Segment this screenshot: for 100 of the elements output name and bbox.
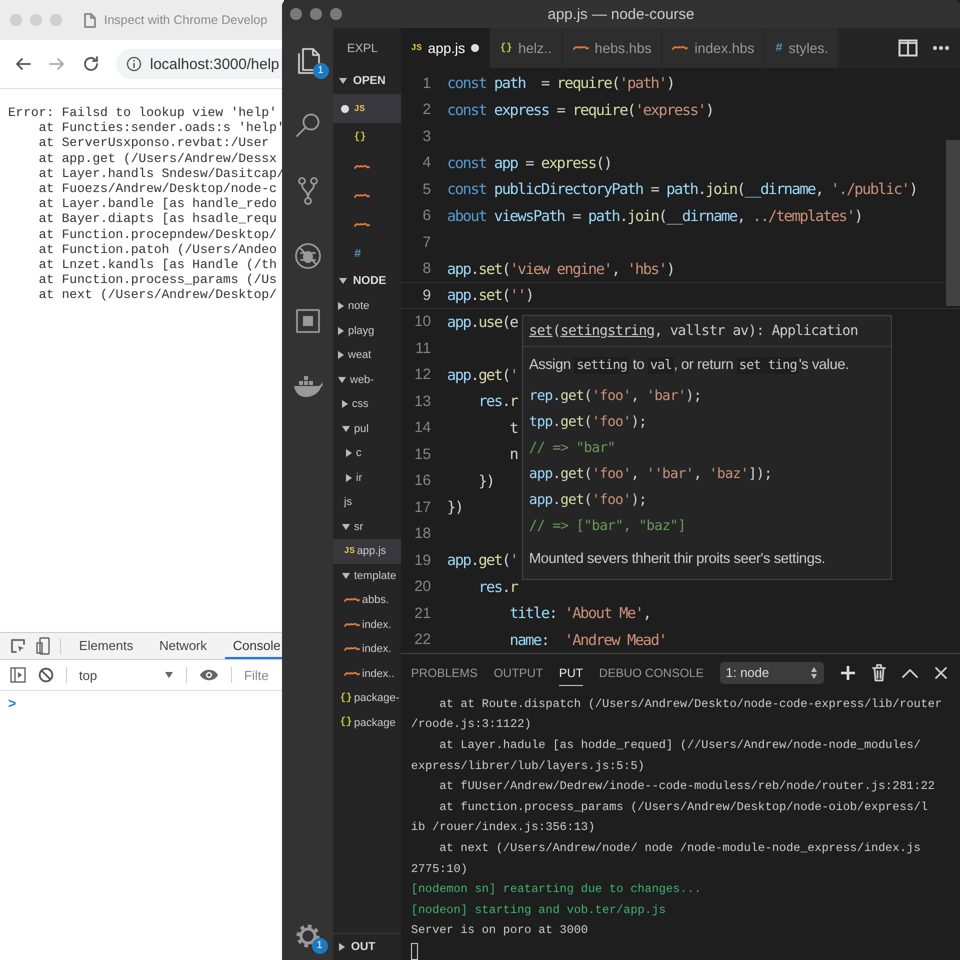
line-number: 18 (413, 525, 431, 542)
tree-item[interactable]: playg (333, 318, 401, 343)
editor-tab[interactable]: {} helz.. (490, 28, 563, 68)
line-number: 12 (413, 366, 431, 384)
editor-tab[interactable]: index.hbs (662, 28, 766, 68)
error-line: at Function.patoh (/Users/Andeo (38, 242, 278, 258)
back-icon[interactable] (14, 55, 32, 73)
open-editor-item[interactable]: {} (333, 123, 401, 152)
zoom-button[interactable] (330, 8, 342, 20)
eye-icon[interactable] (199, 668, 219, 682)
tree-item[interactable]: {} package (333, 710, 401, 735)
console-prompt[interactable]: > (8, 695, 16, 711)
panel-tab[interactable]: DEBUO CONSOLE (599, 660, 704, 686)
description-text: Mounted severs thherit thir proits seer's settings. (528, 550, 826, 569)
tree-item[interactable]: web- (333, 368, 401, 392)
panel-tab[interactable]: OUTPUT (494, 660, 544, 686)
section-header[interactable]: OPEN (333, 68, 401, 94)
tree-item[interactable]: js (333, 490, 401, 514)
scrollbar[interactable] (946, 140, 960, 306)
trash-icon[interactable] (872, 664, 886, 682)
editor-tab[interactable]: hebs.hbs (562, 28, 662, 68)
close-button[interactable] (290, 8, 302, 20)
terminal-line: ib /rouer/index.js:356:13) (411, 819, 596, 836)
tree-item[interactable]: JS app.js (333, 539, 401, 564)
terminal-line: at next (/Users/Andrew/node/ node /node-module-node_express/index.js (438, 840, 922, 858)
window-title: app.js — node-course (546, 6, 696, 22)
minimize-button[interactable] (310, 8, 322, 20)
split-editor-icon[interactable] (898, 39, 918, 57)
tree-item[interactable]: abbs. (333, 588, 401, 612)
js-file-icon: JS (411, 43, 422, 53)
tree-item[interactable]: index. (333, 612, 401, 637)
terminal-line: at at Route.dispatch (/Users/Andrew/Deskto/node-code-express/lib/router (438, 696, 943, 713)
error-line: Error: Failsd to lookup view 'help' (8, 105, 278, 120)
whale-icon[interactable] (292, 374, 324, 398)
more-icon[interactable] (932, 45, 950, 51)
mustache-icon (344, 596, 360, 604)
terminal-select[interactable]: 1: node (720, 662, 824, 684)
devtools-tab[interactable]: Console (224, 633, 284, 659)
line-number: 13 (413, 392, 431, 410)
description-text: Assign setting to val, or return set ting's value. (528, 356, 850, 376)
filter-field[interactable]: Filte (244, 668, 284, 682)
code-line: rep.get('foo', 'bar'); (529, 387, 702, 406)
tree-item[interactable]: ir (333, 466, 401, 490)
chevron-up-icon[interactable] (902, 668, 918, 678)
error-line: at Layer.bandle [as handle_redo (38, 196, 278, 212)
line-number: 7 (422, 234, 431, 251)
open-editor-item[interactable]: # (333, 239, 401, 268)
section-header[interactable]: OUT (333, 933, 401, 960)
settings-icon[interactable] (294, 922, 322, 950)
tree-item[interactable]: pul (333, 416, 401, 441)
code-line: res.r (477, 578, 518, 596)
address-bar[interactable]: localhost:3000/help (116, 49, 284, 79)
code-line: }) (477, 472, 494, 490)
terminal-line: Server is on poro at 3000 (411, 922, 589, 940)
code-line: about viewsPath = path.join(__dirname, ../templates') (447, 206, 862, 225)
code-line: name: 'Andrew Mead' (508, 630, 666, 649)
tree-item[interactable]: index.. (333, 662, 401, 686)
sidebar-icon[interactable] (10, 667, 26, 683)
signature-text: set(setingstring, vallstr av): Application (528, 322, 859, 341)
notification-badge: 1 (312, 938, 328, 954)
sidebar-title: EXPL (346, 40, 379, 57)
devtools-tab[interactable]: Elements (71, 633, 142, 659)
open-editor-item[interactable]: JS (333, 94, 401, 123)
tree-item[interactable]: note (333, 294, 401, 318)
line-number: 14 (413, 419, 431, 436)
notification-badge: 1 (312, 63, 328, 79)
tree-item[interactable]: css (333, 392, 401, 416)
error-line: at app.get (/Users/Andrew/Dessx (38, 150, 278, 166)
close-icon[interactable] (934, 666, 948, 680)
tree-item[interactable]: weat (333, 343, 401, 368)
clear-icon[interactable] (38, 667, 54, 683)
tree-item[interactable]: c (333, 441, 401, 466)
reload-icon[interactable] (82, 55, 100, 73)
extensions-icon[interactable] (294, 306, 322, 334)
plus-icon[interactable] (840, 664, 856, 681)
code-line: // => "bar" (529, 439, 616, 458)
line-number: 11 (414, 340, 431, 357)
panel-tab[interactable]: PUT (559, 660, 584, 686)
tree-item[interactable]: index. (333, 637, 401, 662)
inspect-icon[interactable] (10, 638, 26, 654)
device-icon[interactable] (36, 637, 50, 655)
code-line: app.get('foo', ''bar', 'baz']); (529, 465, 773, 484)
tree-item[interactable]: template (333, 564, 401, 588)
section-header[interactable]: NODE (333, 268, 401, 294)
tree-item[interactable]: {} package- (333, 686, 401, 710)
terminal-line: /roode.js:3:1122) (411, 716, 532, 734)
tree-item[interactable]: sr (333, 514, 401, 539)
context-select[interactable]: top (79, 668, 174, 682)
mustache-icon (354, 220, 370, 228)
error-line: at Layer.handls Sndesw/Dasitcap/ (38, 166, 284, 182)
editor-tab[interactable]: # styles. (765, 28, 840, 68)
mustache-icon (354, 192, 370, 200)
panel-tab[interactable]: PROBLEMS (411, 660, 478, 686)
info-icon[interactable] (126, 56, 142, 72)
no-bug-icon[interactable] (292, 240, 322, 270)
editor-tab[interactable]: JS app.js (401, 28, 490, 68)
devtools-tab[interactable]: Network (151, 633, 215, 659)
error-line: at Fuoezs/Andrew/Desktop/node-c (38, 181, 278, 196)
error-line: at Lnzet.kandls [as Handle (/th (38, 257, 278, 272)
code-line: app.get(' (447, 551, 518, 570)
